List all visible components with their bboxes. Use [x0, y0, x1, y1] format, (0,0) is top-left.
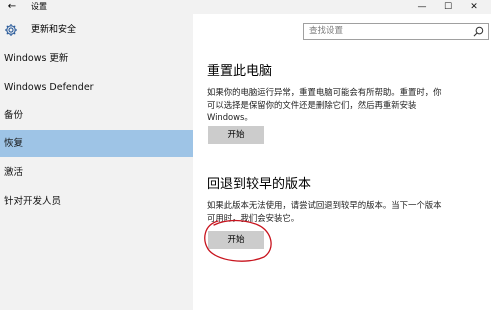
reset-pc-description-line: 如果你的电脑运行异常，重置电脑可能会有所帮助。重置时，你	[207, 87, 442, 97]
reset-pc-description-line: 可以选择是保留你的文件还是删除它们，然后再重新安装	[207, 99, 417, 110]
sidebar-item-windows-update[interactable]: Windows 更新	[0, 45, 193, 72]
sidebar-item-backup[interactable]: 备份	[0, 102, 193, 129]
sidebar: 更新和安全 Windows 更新 Windows Defender 备份 恢复 …	[0, 14, 193, 310]
red-circle-annotation	[204, 219, 272, 262]
sidebar-item-windows-defender[interactable]: Windows Defender	[0, 74, 193, 101]
sidebar-item-recovery[interactable]: 恢复	[0, 130, 193, 157]
search-icon[interactable]	[473, 26, 484, 37]
sidebar-header-label: 更新和安全	[31, 25, 77, 35]
sidebar-item-for-developers[interactable]: 针对开发人员	[0, 188, 193, 215]
go-back-description-line: 如果此版本无法使用，请尝试回退到较早的版本。当下一个版本	[207, 200, 442, 210]
reset-pc-description: 如果你的电脑运行异常，重置电脑可能会有所帮助。重置时，你 可以选择是保留你的文件…	[207, 86, 477, 124]
window-title: 设置	[31, 2, 47, 11]
reset-pc-description-line: Windows。	[207, 112, 253, 122]
maximize-button[interactable]: ☐	[435, 0, 461, 14]
sidebar-header: 更新和安全	[0, 21, 193, 41]
sidebar-item-activation[interactable]: 激活	[0, 159, 193, 186]
search-input[interactable]: 查找设置	[303, 23, 489, 40]
search-placeholder: 查找设置	[309, 26, 344, 36]
reset-pc-start-button[interactable]: 开始	[208, 126, 264, 144]
go-back-title: 回退到较早的版本	[207, 177, 312, 192]
close-button[interactable]: ✕	[461, 0, 487, 14]
reset-pc-title: 重置此电脑	[207, 64, 273, 79]
title-bar: ← 设置 — ☐ ✕	[0, 0, 491, 14]
gear-icon	[5, 24, 17, 36]
minimize-button[interactable]: —	[409, 0, 435, 14]
back-arrow-icon[interactable]: ←	[4, 0, 20, 14]
